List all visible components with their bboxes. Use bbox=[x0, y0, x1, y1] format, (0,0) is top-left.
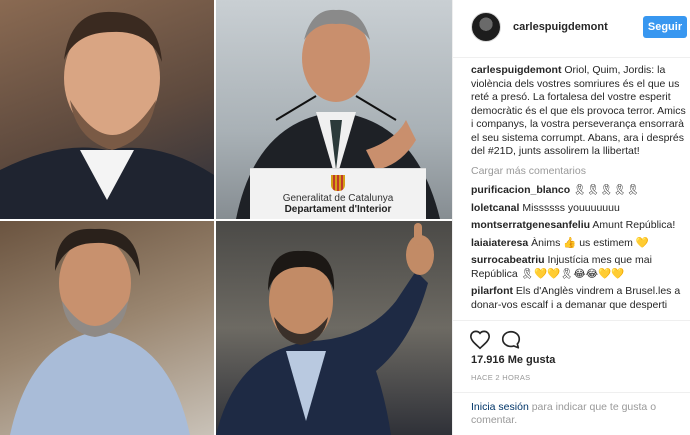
post-timestamp: HACE 2 HORAS bbox=[471, 373, 531, 382]
login-prompt: Inicia sesión para indicar que te gusta … bbox=[453, 392, 690, 427]
photo-bottom-left bbox=[0, 221, 214, 435]
caption: carlespuigdemont Oriol, Quim, Jordis: la… bbox=[471, 64, 687, 159]
post-sidebar: carlespuigdemont Seguir carlespuigdemont… bbox=[452, 0, 690, 435]
comment-username[interactable]: montserratgenesanfeliu bbox=[471, 219, 590, 231]
comment-username[interactable]: laiaiateresa bbox=[471, 237, 528, 249]
man-thumbs-up-portrait bbox=[216, 223, 434, 435]
comments-list[interactable]: carlespuigdemont Oriol, Quim, Jordis: la… bbox=[471, 64, 687, 316]
man-smiling-portrait bbox=[0, 11, 214, 219]
post-image[interactable]: Generalitat de Catalunya Departament d'I… bbox=[0, 0, 452, 435]
podium-line-1: Generalitat de Catalunya bbox=[282, 193, 394, 204]
list-item: pilarfont Els d'Anglès vindrem a Brusel.… bbox=[471, 285, 687, 312]
heart-outline-icon[interactable] bbox=[469, 329, 491, 351]
comment-username[interactable]: pilarfont bbox=[471, 285, 513, 297]
comment-text: Missssss youuuuuuu bbox=[522, 201, 620, 214]
list-item: loletcanal Missssss youuuuuuu bbox=[471, 202, 687, 216]
comment-text: Amunt República! bbox=[592, 219, 676, 231]
list-item: laiaiateresa Ànims 👍 us estimem 💛 bbox=[471, 237, 687, 251]
caption-text: Oriol, Quim, Jordis: la violència dels v… bbox=[471, 64, 686, 157]
photo-top-right: Generalitat de Catalunya Departament d'I… bbox=[216, 0, 452, 219]
podium-sign: Generalitat de Catalunya Departament d'I… bbox=[250, 168, 426, 219]
avatar[interactable] bbox=[471, 12, 501, 42]
post-actions: 17.916 Me gusta HACE 2 HORAS Inicia sesi… bbox=[453, 320, 690, 435]
list-item: purificacion_blanco 🎗🎗🎗🎗🎗 bbox=[471, 184, 687, 198]
comment-text: 🎗🎗🎗🎗🎗 bbox=[573, 184, 640, 196]
caption-username[interactable]: carlespuigdemont bbox=[471, 64, 561, 76]
comment-username[interactable]: surrocabeatriu bbox=[471, 254, 545, 266]
podium-line-2: Departament d'Interior bbox=[284, 204, 392, 215]
likes-count[interactable]: 17.916 Me gusta bbox=[471, 354, 555, 366]
catalan-emblem-icon bbox=[331, 175, 345, 191]
list-item: surrocabeatriu Injustícia mes que mai Re… bbox=[471, 254, 687, 281]
comment-username[interactable]: purificacion_blanco bbox=[471, 184, 570, 196]
comment-text: Ànims 👍 us estimem 💛 bbox=[531, 236, 649, 249]
header-username[interactable]: carlespuigdemont bbox=[513, 21, 608, 33]
comment-username[interactable]: loletcanal bbox=[471, 202, 519, 214]
speech-bubble-icon[interactable] bbox=[500, 329, 522, 351]
bearded-man-portrait bbox=[10, 228, 190, 435]
login-link[interactable]: Inicia sesión bbox=[471, 401, 529, 413]
photo-top-left bbox=[0, 0, 214, 219]
post-header: carlespuigdemont Seguir bbox=[453, 0, 690, 58]
photo-bottom-right bbox=[216, 221, 452, 435]
follow-button[interactable]: Seguir bbox=[643, 16, 687, 38]
list-item: montserratgenesanfeliu Amunt República! bbox=[471, 219, 687, 233]
load-more-comments-link[interactable]: Cargar más comentarios bbox=[471, 165, 687, 179]
